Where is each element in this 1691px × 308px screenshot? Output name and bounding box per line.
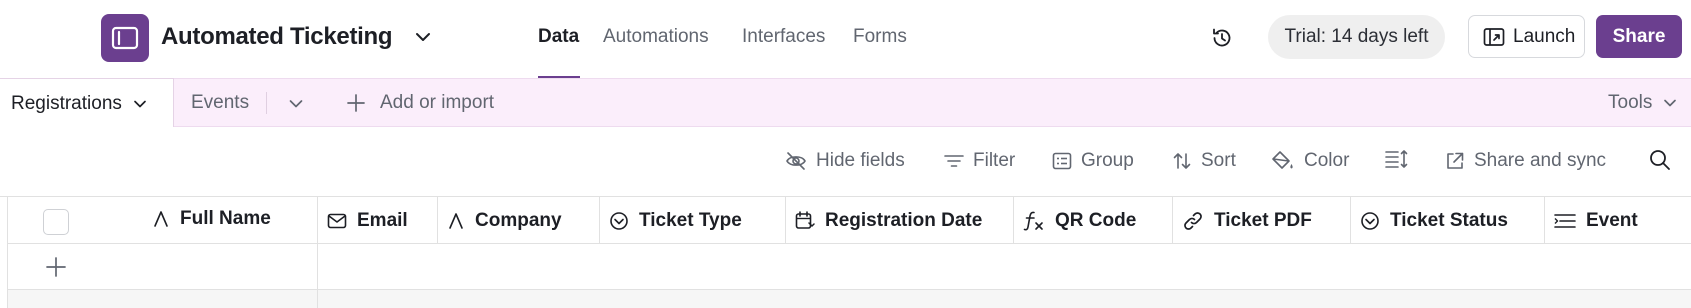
eye-off-icon: [786, 152, 806, 170]
chevron-down-icon[interactable]: [287, 95, 305, 113]
column-header-qr-code[interactable]: QR Code: [1014, 197, 1173, 244]
grid-header-row: Full Name Email Company Ticket Type Regi…: [8, 197, 1691, 244]
formula-icon: [1023, 211, 1043, 230]
column-email-label: Email: [357, 209, 408, 231]
chevron-down-icon[interactable]: [414, 28, 432, 46]
tools-label: Tools: [1608, 92, 1653, 113]
column-full-name-label: Full Name: [180, 208, 271, 229]
column-ticket-status-label: Ticket Status: [1390, 209, 1508, 231]
row-height-button[interactable]: [1385, 149, 1418, 169]
sort-button[interactable]: Sort: [1172, 149, 1236, 173]
tab-registrations[interactable]: Registrations: [0, 78, 174, 128]
tab-events[interactable]: Events: [191, 91, 249, 115]
color-button[interactable]: Color: [1271, 149, 1349, 173]
top-header: Automated Ticketing Data Automations Int…: [0, 0, 1691, 78]
column-header-label: Full Name: [152, 208, 271, 230]
search-button[interactable]: [1649, 149, 1680, 171]
launch-icon: [1483, 27, 1505, 46]
column-ticket-pdf-label: Ticket PDF: [1214, 209, 1312, 231]
group-label: Group: [1081, 150, 1134, 171]
row-height-icon: [1385, 150, 1408, 168]
trial-badge[interactable]: Trial: 14 days left: [1268, 15, 1445, 59]
share-and-sync-button[interactable]: Share and sync: [1445, 149, 1606, 173]
history-icon[interactable]: [1210, 26, 1234, 50]
paint-bucket-icon: [1272, 151, 1293, 169]
email-field-icon: [327, 213, 347, 228]
base-icon: [111, 26, 139, 50]
filter-label: Filter: [973, 150, 1016, 171]
chevron-down-icon[interactable]: [132, 96, 148, 112]
group-button[interactable]: Group: [1052, 149, 1134, 173]
add-record-row[interactable]: [8, 244, 1691, 290]
nav-data[interactable]: Data: [538, 24, 579, 50]
hide-fields-label: Hide fields: [816, 150, 905, 171]
launch-button[interactable]: Launch: [1468, 15, 1585, 58]
column-ticket-type-label: Ticket Type: [639, 209, 742, 231]
column-header-registration-date[interactable]: Registration Date: [786, 197, 1014, 244]
sort-icon: [1173, 153, 1191, 169]
column-header-event[interactable]: Event: [1545, 197, 1691, 244]
nav-forms[interactable]: Forms: [853, 24, 907, 50]
chevron-down-icon: [1664, 99, 1677, 107]
filter-icon: [944, 155, 964, 167]
grid-empty-area-left: [8, 290, 318, 308]
group-icon: [1052, 152, 1072, 170]
share-button[interactable]: Share: [1596, 15, 1682, 58]
tools-menu[interactable]: Tools: [1608, 91, 1678, 115]
column-header-company[interactable]: Company: [438, 197, 600, 244]
view-toolbar: Hide fields Filter Group Sort Color Shar…: [0, 127, 1691, 197]
single-select-icon: [610, 211, 628, 230]
nav-automations[interactable]: Automations: [603, 24, 709, 50]
column-header-email[interactable]: Email: [318, 197, 438, 244]
column-header-ticket-status[interactable]: Ticket Status: [1351, 197, 1545, 244]
launch-label: Launch: [1513, 25, 1576, 47]
plus-icon[interactable]: [45, 256, 67, 278]
column-company-label: Company: [475, 209, 562, 231]
text-field-icon: [449, 212, 463, 229]
column-qr-code-label: QR Code: [1055, 209, 1137, 231]
sort-label: Sort: [1201, 150, 1236, 171]
data-grid: Full Name Email Company Ticket Type Regi…: [7, 197, 1691, 308]
column-header-ticket-type[interactable]: Ticket Type: [600, 197, 786, 244]
calendar-icon: [795, 210, 815, 229]
tab-registrations-label: Registrations: [11, 92, 122, 114]
tabs-divider: [266, 92, 267, 114]
external-link-icon: [1447, 152, 1464, 169]
add-or-import-label: Add or import: [380, 92, 495, 113]
base-title[interactable]: Automated Ticketing: [161, 20, 393, 54]
table-tabs-bar: Registrations Events Add or import Tools: [0, 78, 1691, 128]
add-record-cell[interactable]: [8, 244, 318, 290]
hide-fields-button[interactable]: Hide fields: [785, 149, 905, 173]
column-event-label: Event: [1586, 209, 1638, 231]
color-label: Color: [1304, 150, 1350, 171]
share-and-sync-label: Share and sync: [1474, 150, 1607, 171]
column-registration-date-label: Registration Date: [825, 209, 983, 231]
search-icon: [1650, 150, 1670, 170]
link-icon: [1184, 211, 1202, 230]
column-header-full-name[interactable]: Full Name: [8, 197, 318, 244]
grid-empty-area: [8, 290, 1691, 308]
text-field-icon: [154, 211, 168, 227]
single-select-icon: [1361, 211, 1379, 230]
select-all-checkbox[interactable]: [43, 209, 69, 235]
add-or-import-button[interactable]: Add or import: [346, 91, 494, 115]
base-logo[interactable]: [101, 14, 149, 62]
long-text-icon: [1554, 213, 1576, 228]
column-header-ticket-pdf[interactable]: Ticket PDF: [1173, 197, 1351, 244]
filter-button[interactable]: Filter: [944, 149, 1015, 173]
plus-icon: [347, 94, 365, 112]
nav-interfaces[interactable]: Interfaces: [742, 24, 825, 50]
